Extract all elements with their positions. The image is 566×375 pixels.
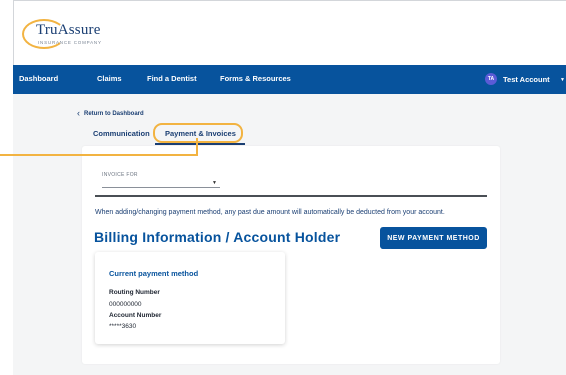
- account-menu[interactable]: TA Test Account: [485, 71, 550, 87]
- routing-number-value: 000000000: [109, 301, 142, 308]
- avatar: TA: [485, 73, 497, 85]
- active-tab-underline: [155, 143, 245, 145]
- account-dropdown-caret-icon[interactable]: ▼: [560, 77, 565, 83]
- callout-highlight-box: [153, 123, 243, 143]
- invoice-for-select[interactable]: ▼: [102, 180, 220, 188]
- billing-title: Billing Information / Account Holder: [94, 229, 341, 245]
- tab-communication[interactable]: Communication: [93, 129, 150, 138]
- chevron-down-icon: ▼: [212, 180, 217, 186]
- logo-name: TruAssure: [36, 22, 101, 38]
- account-name: Test Account: [503, 74, 550, 84]
- routing-number-label: Routing Number: [109, 289, 160, 296]
- account-number-value: *****3630: [109, 323, 137, 330]
- chevron-left-icon[interactable]: ‹: [77, 108, 80, 118]
- return-to-dashboard-link[interactable]: Return to Dashboard: [84, 111, 144, 117]
- nav-find-a-dentist[interactable]: Find a Dentist: [147, 74, 197, 83]
- tab-bar: Communication Payment & Invoices: [82, 124, 500, 146]
- account-number-label: Account Number: [109, 312, 162, 319]
- new-payment-method-button[interactable]: NEW PAYMENT METHOD: [380, 227, 487, 249]
- callout-pointer-line: [0, 154, 198, 156]
- truassure-logo[interactable]: TruAssure INSURANCE COMPANY: [22, 17, 122, 51]
- nav-claims[interactable]: Claims: [97, 74, 122, 83]
- card-title: Current payment method: [109, 269, 199, 278]
- payment-notice: When adding/changing payment method, any…: [95, 209, 445, 216]
- logo-tagline: INSURANCE COMPANY: [38, 40, 102, 45]
- invoice-for-label: INVOICE FOR: [102, 172, 138, 178]
- top-nav-bar: Dashboard Claims Find a Dentist Forms & …: [13, 65, 566, 94]
- nav-forms-resources[interactable]: Forms & Resources: [220, 74, 291, 83]
- nav-dashboard[interactable]: Dashboard: [19, 74, 58, 83]
- current-payment-card: Current payment method Routing Number 00…: [95, 252, 285, 344]
- section-divider: [95, 195, 487, 197]
